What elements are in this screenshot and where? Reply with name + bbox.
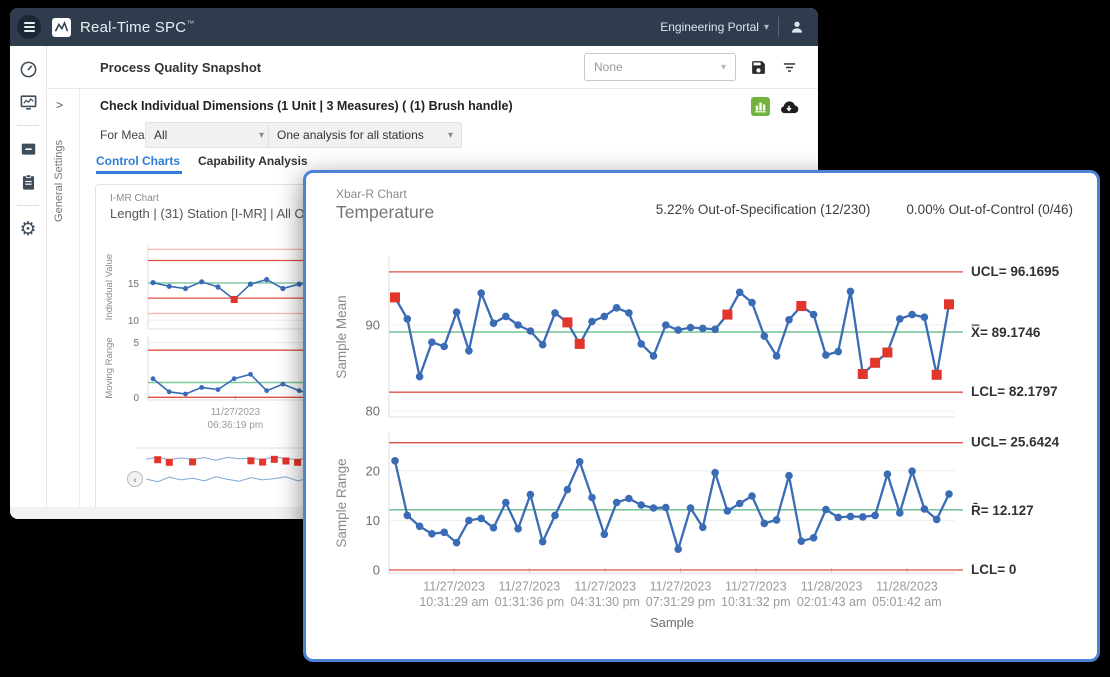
filter-icon[interactable]: [780, 58, 798, 76]
svg-text:01:31:36 pm: 01:31:36 pm: [495, 595, 565, 609]
sidebar-item-dashboard[interactable]: [18, 59, 38, 79]
svg-text:11/28/2023: 11/28/2023: [876, 580, 938, 594]
sidebar-item-analysis[interactable]: [18, 92, 38, 112]
svg-text:Sample: Sample: [650, 615, 694, 630]
tab-capability-analysis[interactable]: Capability Analysis: [198, 154, 308, 168]
section-title: Check Individual Dimensions (1 Unit | 3 …: [100, 99, 513, 113]
sidebar-item-worksheet[interactable]: [18, 172, 38, 192]
svg-text:02:01:43 am: 02:01:43 am: [797, 595, 867, 609]
sample-range-chart: 0102011/27/202310:31:29 am11/27/202301:3…: [332, 427, 1079, 633]
chevron-down-icon: ▾: [721, 62, 726, 73]
xbar-chart-title: Temperature: [336, 202, 434, 223]
svg-text:UCL= 25.6424: UCL= 25.6424: [971, 435, 1060, 450]
svg-text:5: 5: [133, 338, 139, 349]
svg-text:11/27/2023: 11/27/2023: [725, 580, 787, 594]
svg-text:Sample Mean: Sample Mean: [334, 295, 349, 378]
save-icon[interactable]: [749, 58, 767, 76]
svg-text:11/27/2023: 11/27/2023: [650, 580, 712, 594]
app-header: Real-Time SPC™ Engineering Portal ▾: [10, 8, 818, 46]
svg-text:11/27/2023: 11/27/2023: [574, 580, 636, 594]
app-logo-icon: [52, 18, 71, 37]
svg-text:10: 10: [128, 316, 140, 327]
svg-text:11/27/2023: 11/27/2023: [499, 580, 561, 594]
analysis-mode-select[interactable]: One analysis for all stations▾: [268, 122, 462, 148]
sidebar-item-station-monitor[interactable]: [18, 139, 38, 159]
chevron-down-icon: ▾: [259, 130, 264, 141]
svg-text:X̿= 89.1746: X̿= 89.1746: [971, 325, 1041, 340]
trademark: ™: [186, 19, 194, 28]
svg-text:10:31:32 pm: 10:31:32 pm: [721, 595, 791, 609]
svg-text:0: 0: [373, 563, 380, 578]
expand-panel-chevron-icon[interactable]: >: [56, 98, 63, 112]
portal-selector[interactable]: Engineering Portal ▾: [660, 20, 769, 34]
sidebar-divider: [17, 125, 39, 126]
preset-select[interactable]: None▾: [584, 53, 736, 81]
svg-text:07:31:29 pm: 07:31:29 pm: [646, 595, 716, 609]
svg-text:11/27/2023: 11/27/2023: [423, 580, 485, 594]
svg-text:‹: ‹: [134, 475, 137, 485]
xbar-chart-type-label: Xbar-R Chart: [336, 187, 407, 201]
hamburger-menu-icon[interactable]: [17, 15, 41, 39]
svg-text:90: 90: [366, 318, 380, 333]
app-title: Real-Time SPC™: [80, 19, 194, 36]
svg-text:10: 10: [366, 513, 380, 528]
active-tab-underline: [96, 171, 182, 174]
analyze-chart-button[interactable]: [751, 97, 770, 116]
imr-chart-type-label: I-MR Chart: [110, 193, 159, 204]
svg-text:04:31:30 pm: 04:31:30 pm: [570, 595, 640, 609]
chevron-down-icon: ▾: [448, 130, 453, 141]
general-settings-rail: > General Settings: [46, 88, 80, 507]
svg-text:15: 15: [128, 279, 140, 290]
svg-text:06:36:19 pm: 06:36:19 pm: [208, 420, 264, 431]
out-of-control-stat: 0.00% Out-of-Control (0/46): [906, 202, 1073, 217]
svg-text:05:01:42 am: 05:01:42 am: [872, 595, 942, 609]
cloud-download-icon[interactable]: [779, 97, 799, 117]
out-of-spec-stat: 5.22% Out-of-Specification (12/230): [656, 202, 871, 217]
page-bar: Process Quality Snapshot None▾: [46, 46, 818, 89]
tab-control-charts[interactable]: Control Charts: [96, 154, 180, 168]
svg-text:UCL= 96.1695: UCL= 96.1695: [971, 264, 1060, 279]
svg-text:11/27/2023: 11/27/2023: [211, 407, 261, 418]
svg-text:Sample Range: Sample Range: [334, 458, 349, 547]
general-settings-label: General Settings: [53, 140, 65, 222]
settings-gear-icon[interactable]: ⚙: [18, 219, 38, 239]
svg-text:80: 80: [366, 404, 380, 419]
svg-text:Moving Range: Moving Range: [104, 337, 115, 398]
sidebar: ⚙: [10, 46, 47, 507]
sidebar-divider: [17, 205, 39, 206]
header-divider: [778, 17, 779, 37]
svg-text:R̄= 12.127: R̄= 12.127: [971, 503, 1034, 518]
svg-text:20: 20: [366, 463, 380, 478]
svg-text:Individual Value: Individual Value: [104, 254, 115, 320]
svg-text:0: 0: [133, 393, 139, 404]
svg-text:LCL= 0: LCL= 0: [971, 562, 1016, 577]
user-account-icon[interactable]: [788, 18, 806, 36]
page-title: Process Quality Snapshot: [100, 60, 261, 75]
xbar-r-chart-window: Xbar-R Chart Temperature 5.22% Out-of-Sp…: [303, 170, 1100, 662]
svg-text:10:31:29 am: 10:31:29 am: [419, 595, 489, 609]
chevron-down-icon: ▾: [764, 22, 769, 33]
measure-select[interactable]: All▾: [145, 122, 273, 148]
svg-text:LCL= 82.1797: LCL= 82.1797: [971, 384, 1058, 399]
svg-text:11/28/2023: 11/28/2023: [801, 580, 863, 594]
sample-mean-chart: 80 90 UCL= 96.1695 X̿= 89.1746 LCL= 82.1797 S…: [332, 247, 1079, 425]
